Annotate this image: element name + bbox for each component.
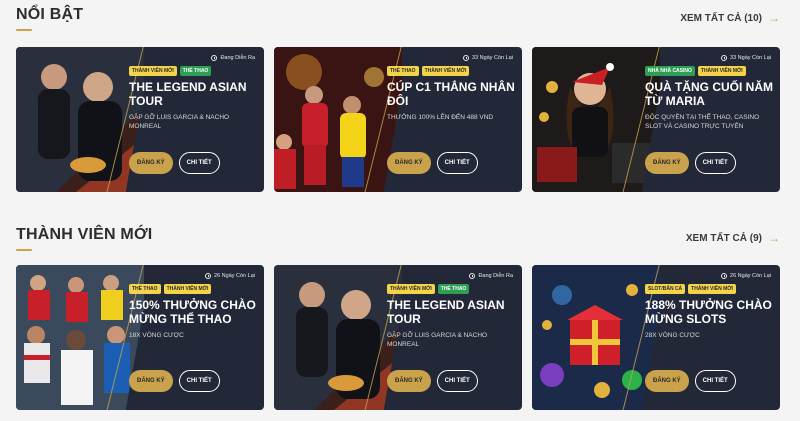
clock-icon [463,55,470,61]
tag: THÀNH VIÊN MỚI [387,284,435,294]
card-actions: ĐĂNG KÝ CHI TIẾT [129,152,220,174]
status-text: Đang Diễn Ra [478,273,513,279]
promo-card[interactable]: NHÀ NHÀ CASINO THÀNH VIÊN MỚI 33 Ngày Cò… [532,47,780,192]
card-actions: ĐĂNG KÝ CHI TIẾT [129,370,220,392]
arrow-right-icon: → [768,231,780,245]
tag: THỂ THAO [387,66,419,76]
clock-icon [469,273,476,279]
tag: THỂ THAO [437,284,470,294]
tag-list: THÀNH VIÊN MỚI THỂ THAO [129,66,212,76]
see-all-label: XEM TẤT CẢ (9) [685,232,762,244]
promo-card[interactable]: THỂ THAO THÀNH VIÊN MỚI 33 Ngày Còn Lại … [274,47,522,192]
see-all-link[interactable]: XEM TẤT CẢ (10) → [680,11,780,25]
card-description: GẶP GỠ LUIS GARCIA & NACHO MONREAL [387,332,488,348]
status-text: 26 Ngày Còn Lại [214,273,255,279]
register-button[interactable]: ĐĂNG KÝ [129,370,173,392]
card-description: THƯỞNG 100% LÊN ĐẾN 488 VND [387,114,494,121]
promo-card[interactable]: THỂ THAO THÀNH VIÊN MỚI 26 Ngày Còn Lại … [16,265,264,410]
tag: THÀNH VIÊN MỚI [697,66,746,76]
status: 26 Ngày Còn Lại [721,273,771,279]
card-description: 28X VÒNG CƯỢC [645,332,700,339]
tag: THÀNH VIÊN MỚI [421,66,470,76]
card-title: THE LEGEND ASIAN TOUR [129,80,247,108]
clock-icon [205,273,212,279]
register-button[interactable]: ĐĂNG KÝ [387,152,431,174]
register-button[interactable]: ĐĂNG KÝ [645,152,689,174]
section-title: NỔI BẬT [16,6,84,23]
tag: THÀNH VIÊN MỚI [129,66,177,76]
detail-button[interactable]: CHI TIẾT [178,370,220,392]
card-title: QUÀ TẶNG CUỐI NĂM TỪ MARIA [645,80,773,108]
detail-button[interactable]: CHI TIẾT [694,370,736,392]
status: Đang Diễn Ra [469,273,513,279]
card-title: 150% THƯỞNG CHÀO MỪNG THỂ THAO [129,298,256,326]
card-title: CÚP C1 THẮNG NHÂN ĐÔI [387,80,515,108]
section-header: THÀNH VIÊN MỚI XEM TẤT CẢ (9) → [0,220,800,254]
status: 33 Ngày Còn Lại [463,55,513,61]
status: 33 Ngày Còn Lại [721,55,771,61]
arrow-right-icon: → [768,11,780,25]
status-text: 26 Ngày Còn Lại [730,273,771,279]
status-text: Đang Diễn Ra [220,55,255,61]
section-underline [16,29,32,31]
register-button[interactable]: ĐĂNG KÝ [387,370,431,392]
see-all-label: XEM TẤT CẢ (10) [680,12,762,24]
clock-icon [211,55,218,61]
tag: SLOT/BẮN CÁ [645,284,686,294]
card-title: 188% THƯỞNG CHÀO MỪNG SLOTS [645,298,772,326]
tag: THỂ THAO [179,66,212,76]
status-text: 33 Ngày Còn Lại [472,55,513,61]
tag-list: THỂ THAO THÀNH VIÊN MỚI [387,66,470,76]
detail-button[interactable]: CHI TIẾT [178,152,220,174]
card-actions: ĐĂNG KÝ CHI TIẾT [387,152,478,174]
tag-list: THỂ THAO THÀNH VIÊN MỚI [129,284,212,294]
section-new-members: THÀNH VIÊN MỚI XEM TẤT CẢ (9) → [0,220,800,254]
promo-card[interactable]: THÀNH VIÊN MỚI THỂ THAO Đang Diễn Ra THE… [274,265,522,410]
clock-icon [721,55,728,61]
detail-button[interactable]: CHI TIẾT [436,152,478,174]
promo-card[interactable]: SLOT/BẮN CÁ THÀNH VIÊN MỚI 26 Ngày Còn L… [532,265,780,410]
section-title: THÀNH VIÊN MỚI [16,226,153,243]
detail-button[interactable]: CHI TIẾT [436,370,478,392]
tag-list: SLOT/BẮN CÁ THÀNH VIÊN MỚI [645,284,736,294]
section-featured: NỔI BẬT XEM TẤT CẢ (10) → [0,0,800,34]
register-button[interactable]: ĐĂNG KÝ [129,152,173,174]
card-actions: ĐĂNG KÝ CHI TIẾT [387,370,478,392]
card-title: THE LEGEND ASIAN TOUR [387,298,505,326]
status: 26 Ngày Còn Lại [205,273,255,279]
tag-list: NHÀ NHÀ CASINO THÀNH VIÊN MỚI [645,66,746,76]
promo-card[interactable]: THÀNH VIÊN MỚI THỂ THAO Đang Diễn Ra THE… [16,47,264,192]
card-description: ĐỘC QUYỀN TẠI THỂ THAO, CASINO SLOT VÀ C… [645,114,760,130]
card-actions: ĐĂNG KÝ CHI TIẾT [645,152,736,174]
section-header: NỔI BẬT XEM TẤT CẢ (10) → [0,0,800,34]
register-button[interactable]: ĐĂNG KÝ [645,370,689,392]
card-description: GẶP GỠ LUIS GARCIA & NACHO MONREAL [129,114,230,130]
detail-button[interactable]: CHI TIẾT [694,152,736,174]
tag: THÀNH VIÊN MỚI [163,284,212,294]
card-actions: ĐĂNG KÝ CHI TIẾT [645,370,736,392]
card-description: 18X VÒNG CƯỢC [129,332,184,339]
section-underline [16,249,32,251]
tag: THỂ THAO [129,284,161,294]
tag-list: THÀNH VIÊN MỚI THỂ THAO [387,284,470,294]
tag: THÀNH VIÊN MỚI [688,284,736,294]
status-text: 33 Ngày Còn Lại [730,55,771,61]
see-all-link[interactable]: XEM TẤT CẢ (9) → [686,231,780,245]
tag: NHÀ NHÀ CASINO [645,66,695,76]
status: Đang Diễn Ra [211,55,255,61]
clock-icon [721,273,728,279]
